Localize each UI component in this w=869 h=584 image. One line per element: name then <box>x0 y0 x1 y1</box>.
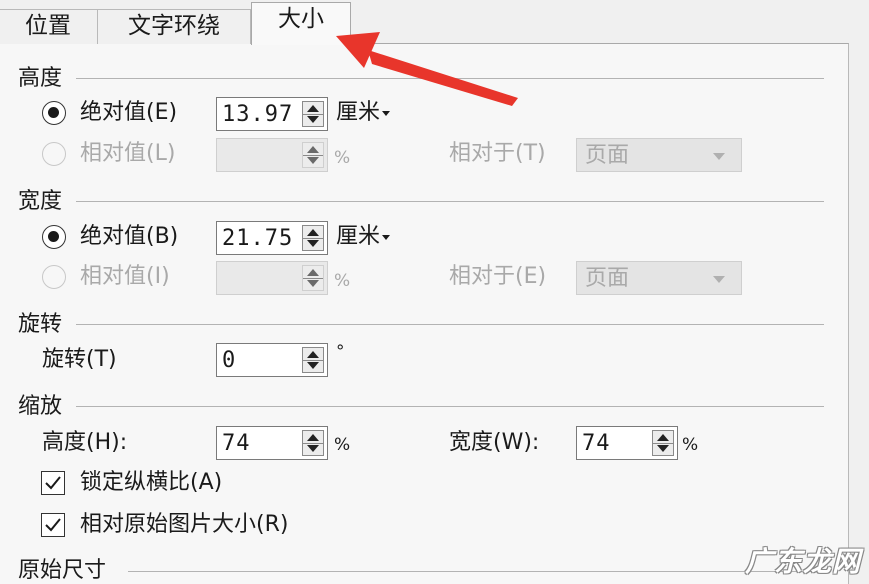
width-absolute-spinbox[interactable]: 21.75 <box>216 221 328 255</box>
scale-height-value: 74 <box>222 431 251 456</box>
scale-section-title: 缩放 <box>18 394 63 419</box>
width-relative-to-select[interactable]: 页面 <box>576 261 742 295</box>
scale-width-value: 74 <box>582 431 611 456</box>
lock-aspect-label: 锁定纵横比(A) <box>80 470 223 495</box>
height-relative-label: 相对值(L) <box>80 141 176 166</box>
spin-up-icon[interactable] <box>657 434 669 441</box>
spin-down-icon[interactable] <box>307 116 319 123</box>
dropdown-arrow-icon <box>713 153 725 160</box>
height-absolute-spinbox[interactable]: 13.97 <box>216 97 328 131</box>
height-unit-dropdown[interactable]: 厘米 <box>336 100 391 126</box>
rotation-section-divider <box>76 324 824 325</box>
width-relative-label: 相对值(I) <box>80 264 170 289</box>
rotation-value: 0 <box>222 348 237 373</box>
spin-down-icon[interactable] <box>307 362 319 369</box>
spin-up-icon[interactable] <box>307 229 319 236</box>
original-size-section-title: 原始尺寸 <box>18 558 107 583</box>
width-unit-label: 厘米 <box>336 224 381 249</box>
width-relative-to-value: 页面 <box>585 266 630 291</box>
scale-width-label: 宽度(W): <box>449 430 540 455</box>
spin-up-icon[interactable] <box>307 146 319 153</box>
tab-text-wrap[interactable]: 文字环绕 <box>97 9 251 44</box>
height-relative-to-value: 页面 <box>585 143 630 168</box>
width-absolute-radio[interactable] <box>42 225 66 249</box>
tab-size-label: 大小 <box>278 6 324 32</box>
scale-height-label: 高度(H): <box>42 430 128 455</box>
spin-down-icon[interactable] <box>307 445 319 452</box>
width-section-divider <box>76 201 824 202</box>
height-absolute-value: 13.97 <box>222 102 294 127</box>
scale-width-spinbox[interactable]: 74 <box>576 426 678 460</box>
lock-aspect-checkbox[interactable] <box>41 471 65 495</box>
relative-original-checkbox[interactable] <box>41 513 65 537</box>
height-relative-spinbox[interactable] <box>216 138 328 172</box>
width-section-title: 宽度 <box>18 189 63 214</box>
radio-selected-dot <box>48 231 59 242</box>
width-absolute-value: 21.75 <box>222 226 294 251</box>
checkmark-icon <box>45 476 61 490</box>
rotation-unit: ° <box>336 342 345 362</box>
spin-down-icon[interactable] <box>307 280 319 287</box>
width-relative-spin-buttons[interactable] <box>302 265 324 291</box>
width-relative-spinbox[interactable] <box>216 261 328 295</box>
tab-text-wrap-label: 文字环绕 <box>128 13 220 39</box>
width-relative-unit: % <box>334 271 351 291</box>
original-size-section-divider <box>128 571 824 572</box>
width-absolute-label: 绝对值(B) <box>80 224 179 249</box>
height-relative-spin-buttons[interactable] <box>302 142 324 168</box>
height-relative-radio[interactable] <box>42 142 66 166</box>
height-unit-label: 厘米 <box>336 100 381 125</box>
spin-up-icon[interactable] <box>307 351 319 358</box>
width-relative-to-label: 相对于(E) <box>449 264 547 289</box>
scale-height-spin-buttons[interactable] <box>302 430 324 456</box>
height-absolute-radio[interactable] <box>42 101 66 125</box>
spin-up-icon[interactable] <box>307 434 319 441</box>
scale-section-divider <box>76 406 824 407</box>
dialog-edge <box>849 0 869 584</box>
spin-up-icon[interactable] <box>307 105 319 112</box>
rotation-spin-buttons[interactable] <box>302 347 324 373</box>
caret-down-icon <box>382 234 391 240</box>
rotation-label: 旋转(T) <box>42 347 117 372</box>
spin-down-icon[interactable] <box>307 240 319 247</box>
height-relative-to-select[interactable]: 页面 <box>576 138 742 172</box>
dropdown-arrow-icon <box>713 276 725 283</box>
scale-height-spinbox[interactable]: 74 <box>216 426 328 460</box>
checkmark-icon <box>45 518 61 532</box>
radio-selected-dot <box>48 107 59 118</box>
width-absolute-spin-buttons[interactable] <box>302 225 324 251</box>
spin-up-icon[interactable] <box>307 269 319 276</box>
watermark: 广东龙网 <box>744 545 861 578</box>
height-relative-to-label: 相对于(T) <box>449 141 546 166</box>
rotation-section-title: 旋转 <box>18 312 63 337</box>
height-relative-unit: % <box>334 148 351 168</box>
scale-width-unit: % <box>682 435 699 455</box>
height-absolute-spin-buttons[interactable] <box>302 101 324 127</box>
width-relative-radio[interactable] <box>42 265 66 289</box>
width-unit-dropdown[interactable]: 厘米 <box>336 224 391 250</box>
scale-height-unit: % <box>334 435 351 455</box>
spin-down-icon[interactable] <box>307 157 319 164</box>
tab-position[interactable]: 位置 <box>0 9 98 44</box>
caret-down-icon <box>382 110 391 116</box>
spin-down-icon[interactable] <box>657 445 669 452</box>
tab-position-label: 位置 <box>25 13 71 39</box>
height-section-divider <box>76 78 824 79</box>
height-absolute-label: 绝对值(E) <box>80 100 178 125</box>
rotation-spinbox[interactable]: 0 <box>216 343 328 377</box>
tab-size[interactable]: 大小 <box>251 2 351 45</box>
height-section-title: 高度 <box>18 66 63 91</box>
relative-original-label: 相对原始图片大小(R) <box>80 512 289 537</box>
scale-width-spin-buttons[interactable] <box>652 430 674 456</box>
